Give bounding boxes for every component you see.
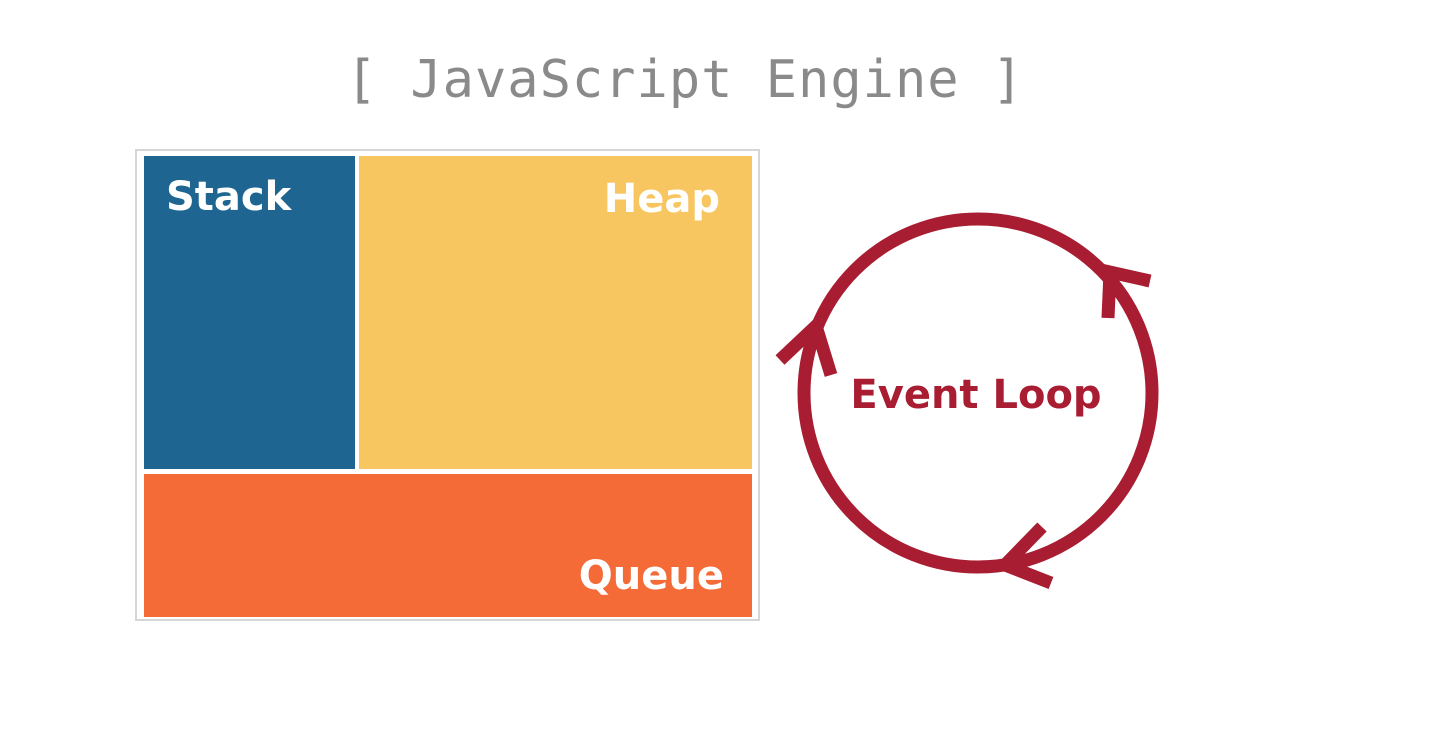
- heap-label: Heap: [603, 176, 720, 222]
- javascript-engine-box: Stack Heap Queue: [135, 149, 760, 621]
- heap-block: Heap: [359, 156, 752, 469]
- stack-label: Stack: [166, 174, 292, 220]
- event-loop-label: Event Loop: [850, 372, 1102, 418]
- queue-block: Queue: [144, 474, 752, 617]
- diagram-title: [ JavaScript Engine ]: [345, 50, 1025, 110]
- stack-block: Stack: [144, 156, 355, 469]
- queue-label: Queue: [578, 553, 724, 599]
